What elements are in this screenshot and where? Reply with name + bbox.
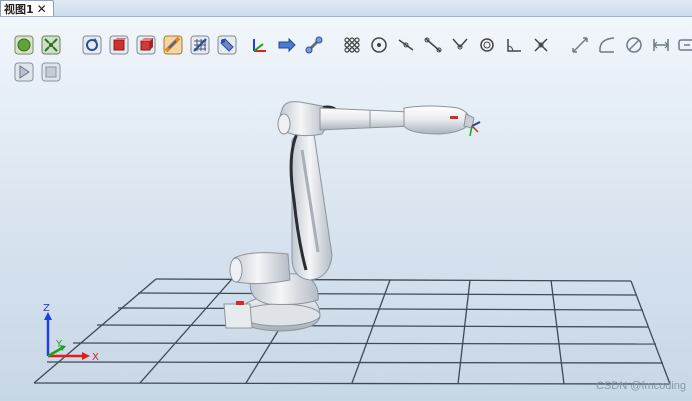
watermark: CSDN @fmcoding (595, 380, 686, 392)
axis-y-label: Y (55, 339, 63, 350)
scene-3d[interactable]: Z X Y (0, 0, 692, 401)
axis-x-label: X (92, 352, 99, 363)
viewport-3d[interactable]: 视图1 ✕ Z X Y CSDN @fmcoding (0, 0, 692, 401)
axis-triad: Z X Y (43, 303, 99, 363)
robot-abb[interactable] (223, 101, 481, 332)
axis-z-label: Z (43, 303, 50, 314)
floor-grid (33, 278, 671, 385)
